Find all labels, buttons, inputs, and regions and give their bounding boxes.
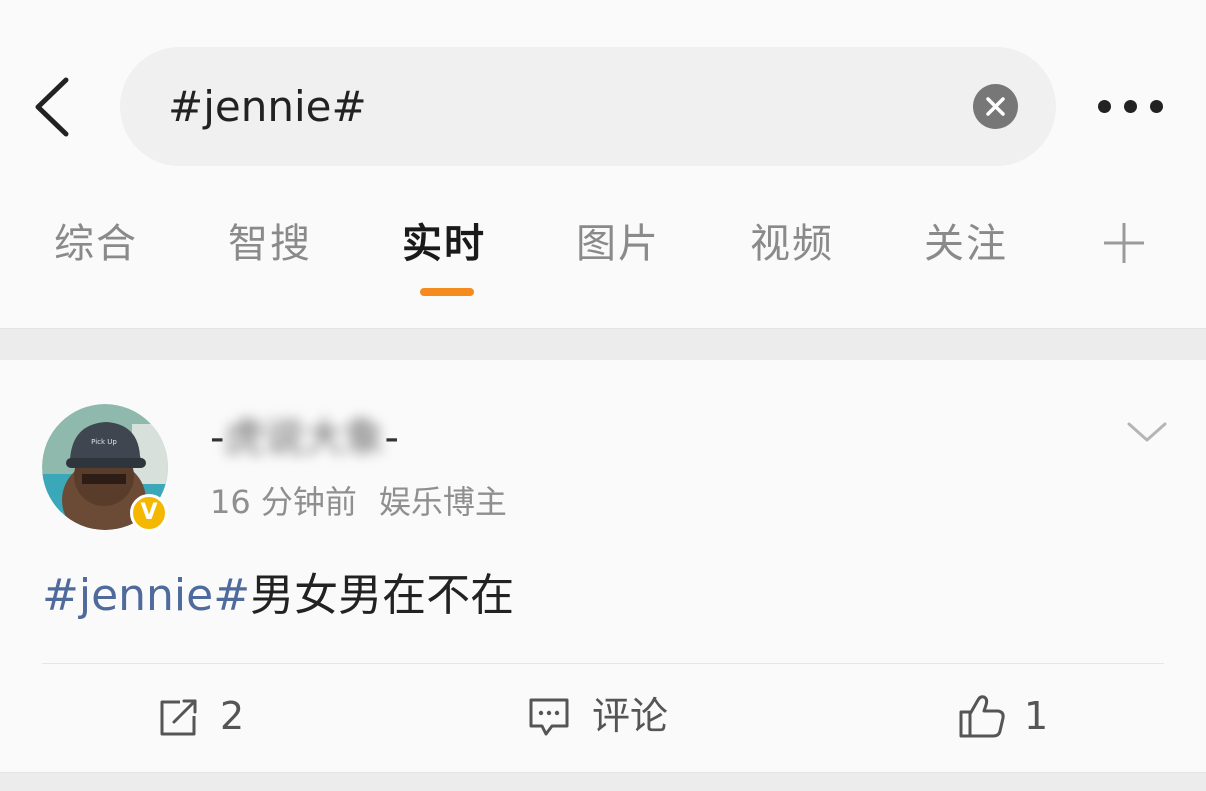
like-icon <box>959 695 1005 738</box>
tab-images[interactable]: 图片 <box>576 216 660 272</box>
username[interactable]: -虎说大象- <box>210 408 399 468</box>
back-icon <box>35 77 69 137</box>
svg-text:Pick Up: Pick Up <box>91 438 117 446</box>
user-role: 娱乐博主 <box>378 483 507 521</box>
more-icon-dot <box>1150 100 1163 113</box>
post-meta: 16 分钟前 娱乐博主 <box>210 478 507 526</box>
comment-button[interactable]: 评论 <box>528 690 678 740</box>
clear-icon <box>986 97 1005 116</box>
tab-smart-search[interactable]: 智搜 <box>228 216 312 272</box>
repost-icon <box>160 699 197 736</box>
more-button[interactable] <box>1094 90 1166 124</box>
like-button[interactable]: 1 <box>958 690 1058 740</box>
repost-button[interactable]: 2 <box>158 690 268 740</box>
clear-button[interactable] <box>973 84 1018 129</box>
comment-label: 评论 <box>592 694 669 738</box>
bottom-divider <box>0 772 1206 791</box>
post-card[interactable]: Pick Up V -虎说大象- 16 分钟前 娱乐博主 #jennie#男女男在… <box>0 360 1206 772</box>
post-menu-button[interactable] <box>1126 418 1168 446</box>
comment-icon <box>529 698 569 736</box>
username-blurred: 虎说大象 <box>224 415 385 461</box>
post-time: 16 分钟前 <box>210 483 357 521</box>
back-button[interactable] <box>28 72 88 142</box>
username-prefix: - <box>210 415 225 461</box>
plus-icon <box>1104 223 1144 263</box>
hashtag-link[interactable]: #jennie# <box>42 570 250 621</box>
repost-count: 2 <box>220 694 245 738</box>
post-content: #jennie#男女男在不在 <box>42 566 514 626</box>
search-input[interactable]: #jennie# <box>120 47 1056 166</box>
more-icon-dot <box>1124 100 1137 113</box>
like-count: 1 <box>1024 694 1049 738</box>
tab-bar: 综合 智搜 实时 图片 视频 关注 <box>0 208 1206 298</box>
username-suffix: - <box>384 415 399 461</box>
active-tab-indicator <box>420 288 474 296</box>
tab-comprehensive[interactable]: 综合 <box>54 216 138 272</box>
chevron-down-icon <box>1127 422 1167 442</box>
add-tab-button[interactable] <box>1102 221 1146 265</box>
verified-badge: V <box>130 494 168 532</box>
post-body: 男女男在不在 <box>250 570 515 621</box>
more-icon <box>1098 100 1111 113</box>
card-divider <box>42 663 1164 664</box>
page: #jennie# 综合 智搜 实时 图片 视频 关注 Pick Up V -虎说… <box>0 0 1206 791</box>
tab-videos[interactable]: 视频 <box>750 216 834 272</box>
section-divider <box>0 328 1206 361</box>
header: #jennie# 综合 智搜 实时 图片 视频 关注 <box>0 0 1206 330</box>
tab-realtime[interactable]: 实时 <box>402 216 486 272</box>
tab-following[interactable]: 关注 <box>924 216 1008 272</box>
search-query: #jennie# <box>168 82 367 131</box>
